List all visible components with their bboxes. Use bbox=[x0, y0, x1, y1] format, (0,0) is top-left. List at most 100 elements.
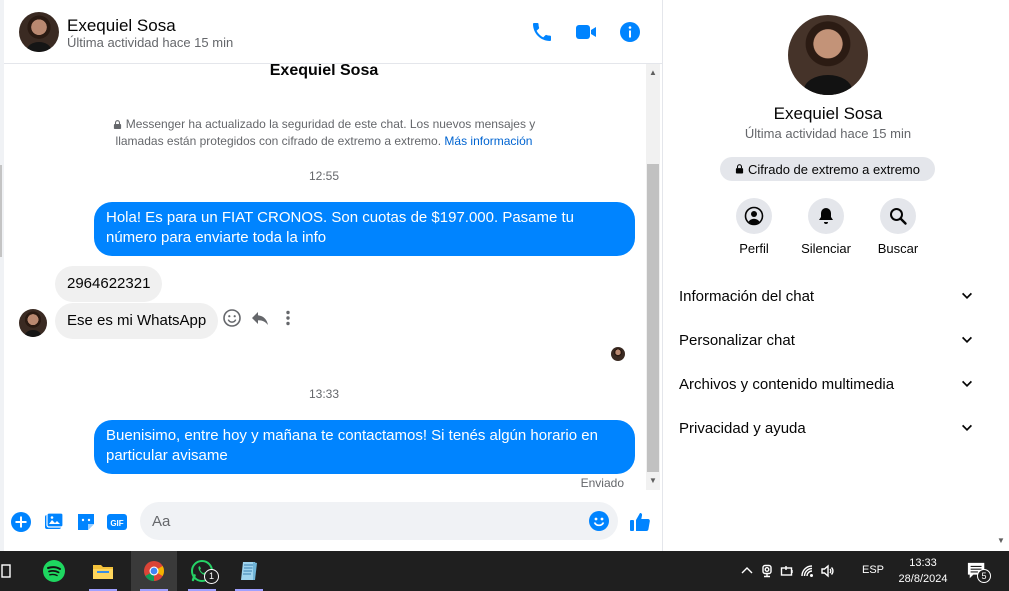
security-notice: Messenger ha actualizado la seguridad de… bbox=[104, 116, 544, 150]
contact-avatar[interactable] bbox=[19, 12, 59, 52]
bell-icon bbox=[819, 208, 833, 224]
show-hidden-icons-button[interactable] bbox=[737, 551, 757, 591]
system-tray bbox=[737, 551, 837, 591]
input-language[interactable]: ESP bbox=[862, 564, 884, 576]
emoji-button[interactable] bbox=[588, 510, 610, 532]
search-icon bbox=[890, 208, 907, 225]
info-icon bbox=[620, 22, 640, 42]
contact-name[interactable]: Exequiel Sosa bbox=[67, 16, 176, 36]
sender-avatar[interactable] bbox=[19, 309, 47, 337]
speaker-icon bbox=[821, 564, 834, 578]
image-icon bbox=[45, 512, 64, 529]
webcam-icon bbox=[762, 564, 772, 578]
smiley-icon bbox=[223, 309, 241, 327]
section-label: Información del chat bbox=[679, 287, 815, 305]
mute-action[interactable]: Silenciar bbox=[791, 198, 861, 256]
more-vertical-icon bbox=[286, 310, 290, 326]
system-clock[interactable]: 13:33 28/8/2024 bbox=[892, 555, 954, 587]
clock-time: 13:33 bbox=[909, 557, 937, 569]
action-label: Silenciar bbox=[801, 241, 851, 256]
chevron-down-icon bbox=[962, 292, 972, 299]
taskbar-spotify[interactable] bbox=[34, 551, 74, 591]
section-privacy-support[interactable]: Privacidad y ayuda bbox=[671, 408, 983, 448]
phone-icon bbox=[533, 23, 551, 41]
section-chat-info[interactable]: Información del chat bbox=[671, 276, 983, 316]
tray-wifi[interactable] bbox=[797, 551, 817, 591]
chevron-down-icon bbox=[962, 424, 972, 431]
page-scrollbar[interactable]: ▼ bbox=[993, 0, 1009, 551]
delivery-status: Enviado bbox=[580, 476, 624, 490]
more-options-button[interactable] bbox=[278, 308, 298, 328]
spotify-icon bbox=[43, 560, 65, 582]
incoming-message[interactable]: 2964622321 bbox=[55, 266, 163, 302]
video-call-button[interactable] bbox=[574, 20, 598, 44]
notification-center-button[interactable]: 5 bbox=[966, 561, 991, 583]
react-button[interactable] bbox=[222, 308, 242, 328]
message-timestamp: 13:33 bbox=[308, 387, 340, 401]
search-action[interactable]: Buscar bbox=[863, 198, 933, 256]
taskbar-notes-app[interactable] bbox=[229, 551, 269, 591]
gif-icon: GIF bbox=[107, 514, 127, 530]
outgoing-message[interactable]: Hola! Es para un FIAT CRONOS. Son cuotas… bbox=[94, 202, 635, 256]
taskbar-whatsapp[interactable]: 1 bbox=[182, 551, 222, 591]
outgoing-message[interactable]: Buenisimo, entre hoy y mañana te contact… bbox=[94, 420, 635, 474]
folder-icon bbox=[93, 565, 113, 579]
attach-photo-button[interactable] bbox=[43, 511, 65, 533]
encryption-badge-text: Cifrado de extremo a extremo bbox=[748, 161, 920, 177]
taskbar-file-explorer[interactable] bbox=[83, 551, 123, 591]
chat-header: Exequiel Sosa Última actividad hace 15 m… bbox=[4, 0, 662, 64]
conversation-info-button[interactable] bbox=[618, 20, 642, 44]
scroll-down-arrow[interactable]: ▼ bbox=[646, 474, 660, 488]
chat-window: Exequiel Sosa Última actividad hace 15 m… bbox=[4, 0, 662, 551]
notification-count-badge: 5 bbox=[977, 569, 991, 583]
section-customize-chat[interactable]: Personalizar chat bbox=[671, 320, 983, 360]
whatsapp-unread-badge: 1 bbox=[204, 569, 219, 584]
emoji-icon bbox=[589, 511, 609, 531]
taskbar-chrome[interactable] bbox=[131, 551, 177, 591]
action-label: Perfil bbox=[739, 241, 769, 256]
lock-icon bbox=[735, 164, 744, 174]
wifi-icon bbox=[801, 565, 813, 577]
profile-action[interactable]: Perfil bbox=[719, 198, 789, 256]
scroll-up-arrow[interactable]: ▲ bbox=[646, 66, 660, 80]
clock-date: 28/8/2024 bbox=[898, 573, 948, 585]
reply-icon bbox=[252, 312, 268, 325]
gif-button[interactable]: GIF bbox=[106, 511, 128, 533]
panel-contact-status: Última actividad hace 15 min bbox=[744, 126, 912, 141]
sticker-button[interactable] bbox=[75, 511, 97, 533]
tray-meet-now[interactable] bbox=[757, 551, 777, 591]
windows-taskbar: 1 ESP 13:33 28/8/2024 5 bbox=[0, 551, 1009, 591]
like-button[interactable] bbox=[629, 511, 651, 533]
more-actions-button[interactable] bbox=[10, 511, 32, 533]
scrollbar-thumb[interactable] bbox=[647, 164, 659, 472]
task-view-icon bbox=[1, 564, 11, 578]
section-label: Privacidad y ayuda bbox=[679, 419, 806, 437]
profile-photo[interactable] bbox=[788, 15, 868, 95]
contact-status: Última actividad hace 15 min bbox=[67, 35, 234, 50]
section-label: Archivos y contenido multimedia bbox=[679, 375, 895, 393]
encryption-badge[interactable]: Cifrado de extremo a extremo bbox=[720, 157, 935, 181]
seen-by-avatar bbox=[611, 347, 625, 361]
chevron-up-icon bbox=[741, 567, 753, 574]
tray-volume[interactable] bbox=[817, 551, 837, 591]
plus-circle-icon bbox=[11, 512, 31, 532]
voice-call-button[interactable] bbox=[530, 20, 554, 44]
chat-scrollbar[interactable]: ▲ ▼ bbox=[646, 64, 660, 490]
profile-icon bbox=[744, 206, 764, 226]
tray-battery[interactable] bbox=[777, 551, 797, 591]
message-list[interactable]: Exequiel Sosa Messenger ha actualizado l… bbox=[4, 64, 646, 493]
incoming-message[interactable]: Ese es mi WhatsApp bbox=[55, 303, 219, 339]
notepad-icon bbox=[241, 562, 257, 580]
learn-more-link[interactable]: Más información bbox=[444, 134, 532, 148]
task-view-button[interactable] bbox=[0, 551, 12, 591]
panel-contact-name[interactable]: Exequiel Sosa bbox=[663, 104, 993, 124]
action-label: Buscar bbox=[877, 241, 919, 256]
chevron-down-icon bbox=[962, 336, 972, 343]
reply-button[interactable] bbox=[250, 308, 270, 328]
chrome-icon bbox=[144, 561, 165, 582]
section-media-files[interactable]: Archivos y contenido multimedia bbox=[671, 364, 983, 404]
message-input[interactable] bbox=[140, 502, 618, 540]
video-camera-icon bbox=[576, 25, 596, 39]
scroll-down-arrow[interactable]: ▼ bbox=[997, 536, 1005, 545]
chevron-down-icon bbox=[962, 380, 972, 387]
